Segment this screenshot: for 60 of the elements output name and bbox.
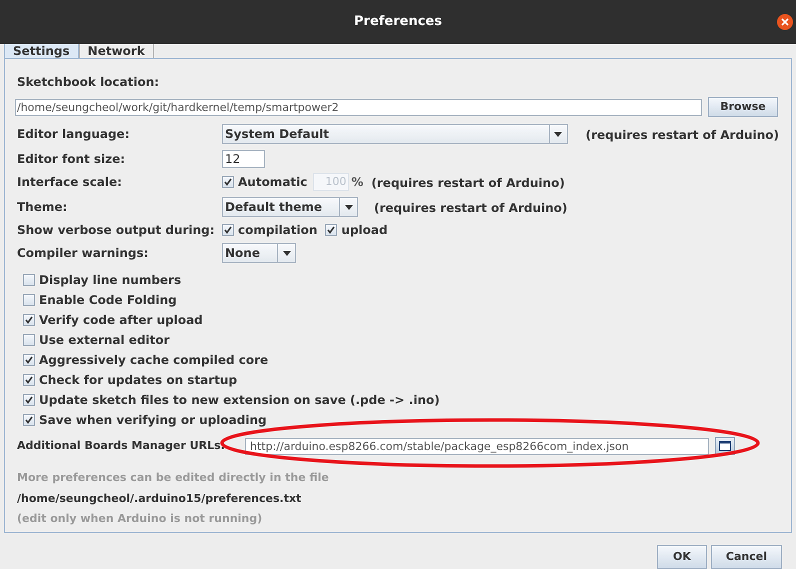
field-label: Editor font size: — [17, 151, 126, 168]
checkbox[interactable] — [23, 354, 35, 366]
check-icon — [25, 416, 33, 424]
boards-url-field[interactable]: http://arduino.esp8266.com/stable/package_esp8266com_index.json — [245, 438, 709, 454]
checkbox[interactable] — [23, 294, 35, 306]
dialog-button[interactable]: OK — [656, 545, 707, 569]
field-label: Show verbose output during: — [17, 222, 216, 239]
caret-icon — [554, 132, 562, 136]
checkbox-label: Save when verifying or uploading — [39, 412, 267, 429]
browse-button[interactable]: Browse — [708, 97, 778, 117]
checkbox-label: Display line numbers — [39, 272, 182, 289]
dropdown[interactable]: Default theme — [222, 197, 358, 217]
checkbox[interactable] — [23, 374, 35, 386]
restart-note: (requires restart of Arduino) — [586, 128, 779, 142]
checkbox-label: upload — [341, 222, 388, 239]
dropdown[interactable]: None — [222, 243, 296, 263]
checkbox[interactable] — [325, 224, 338, 236]
check-icon — [25, 396, 33, 404]
checkbox[interactable] — [222, 224, 234, 236]
checkbox[interactable] — [23, 314, 35, 326]
field-label: Editor language: — [17, 126, 130, 143]
checkbox-label: Update sketch files to new extension on save (.pde -> .ino) — [39, 392, 440, 409]
check-icon — [327, 226, 336, 234]
checkbox[interactable] — [23, 274, 35, 286]
caret-icon — [344, 204, 352, 210]
check-icon — [25, 376, 33, 384]
restart-note: (requires restart of Arduino) — [374, 201, 568, 215]
unit-label: % — [351, 174, 364, 191]
font-size-field[interactable]: 12 — [222, 150, 265, 168]
check-icon — [25, 356, 33, 364]
hint-text: More preferences can be edited directly in the file — [17, 470, 330, 486]
field-label: Theme: — [17, 199, 68, 216]
checkbox[interactable] — [23, 334, 35, 346]
window-icon — [719, 441, 731, 451]
check-icon — [224, 178, 232, 186]
close-button[interactable] — [777, 14, 793, 30]
field-label: Compiler warnings: — [17, 245, 150, 262]
field-label: Sketchbook location: — [17, 74, 160, 91]
window-title: Preferences — [354, 13, 442, 32]
preferences-path: /home/seungcheol/.arduino15/preferences.txt — [17, 490, 302, 506]
field-label: Additional Boards Manager URLs: — [17, 438, 226, 454]
dialog-button[interactable]: Cancel — [710, 545, 782, 569]
checkbox-label: Check for updates on startup — [39, 372, 238, 389]
restart-note: (requires restart of Arduino) — [371, 176, 565, 190]
hint-text: (edit only when Arduino is not running) — [17, 511, 264, 527]
checkbox-label: Use external editor — [39, 332, 170, 349]
checkbox-label: Verify code after upload — [39, 312, 203, 329]
checkbox[interactable] — [23, 414, 35, 426]
caret-icon — [282, 250, 290, 256]
checkbox-label: compilation — [238, 222, 318, 239]
check-icon — [25, 316, 33, 324]
close-icon — [781, 18, 789, 26]
checkbox[interactable] — [23, 394, 35, 406]
checkbox-label: Aggressively cache compiled core — [39, 352, 268, 369]
check-icon — [224, 226, 232, 234]
checkbox-label: Automatic — [238, 174, 308, 191]
sketchbook-path-field[interactable]: /home/seungcheol/work/git/hardkernel/temp/smartpower2 — [15, 98, 702, 116]
field-label: Interface scale: — [17, 174, 123, 191]
dropdown[interactable]: System Default — [222, 124, 568, 144]
checkbox-label: Enable Code Folding — [39, 292, 177, 309]
